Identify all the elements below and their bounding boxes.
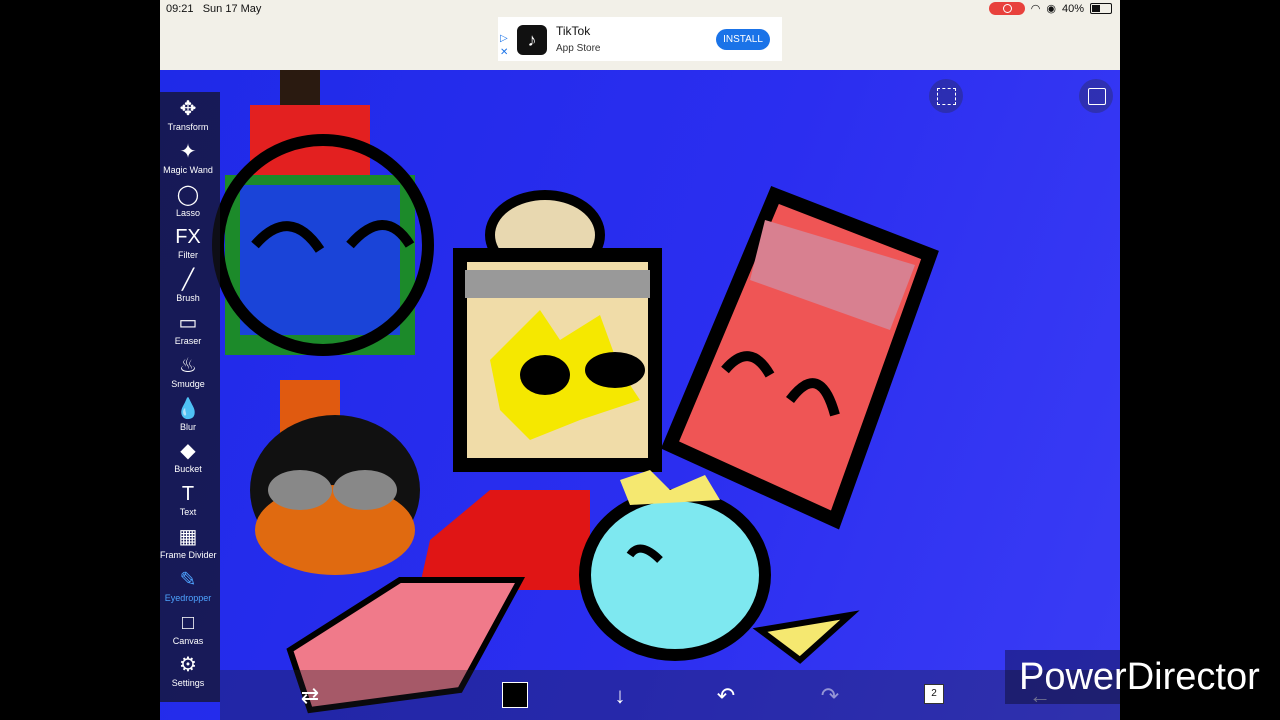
magic-wand-icon: ✦ [179, 140, 197, 163]
ad-title: TikTok [556, 24, 591, 38]
tiktok-logo-icon: ♪ [517, 25, 547, 55]
battery-icon [1090, 3, 1112, 14]
tool-text[interactable]: T Text [160, 481, 216, 523]
tool-eyedropper[interactable]: ✎ Eyedropper [160, 567, 216, 609]
location-icon: ◉ [1046, 3, 1056, 15]
wifi-icon: ◠ [1030, 3, 1041, 15]
tool-label: Smudge [171, 378, 205, 389]
status-right: ◠ ◉ 40% [988, 2, 1112, 15]
text-icon: T [181, 483, 195, 506]
bottom-toolbar: ⇄ ↓ ↶ ↷ 2 ← [220, 670, 1120, 720]
tool-filter[interactable]: FX Filter [160, 224, 216, 266]
redo-icon[interactable]: ↷ [816, 682, 844, 710]
canvas-icon: □ [181, 611, 195, 634]
ad-close-icon[interactable]: ✕ [500, 47, 508, 58]
install-button[interactable]: INSTALL [716, 29, 770, 50]
tool-label: Brush [176, 293, 200, 304]
tool-brush[interactable]: ╱ Brush [160, 267, 216, 309]
fx-icon: FX [175, 226, 201, 249]
tool-bucket[interactable]: ◆ Bucket [160, 438, 216, 480]
download-arrow-icon[interactable]: ↓ [606, 682, 634, 710]
battery-level [1092, 5, 1100, 12]
artwork [212, 70, 939, 714]
eyedropper-icon: ✎ [179, 568, 197, 591]
battery-percent: 40% [1061, 2, 1084, 15]
tool-eraser[interactable]: ▭ Eraser [160, 310, 216, 352]
tool-settings[interactable]: ⚙ Settings [160, 652, 216, 694]
bucket-icon: ◆ [180, 440, 196, 463]
status-bar: 09:21 Sun 17 May ◠ ◉ 40% [160, 0, 1120, 18]
tool-frame-divider[interactable]: ▦ Frame Divider [160, 524, 217, 566]
ad-banner[interactable]: ▷ ✕ ♪ TikTok App Store INSTALL [498, 17, 782, 61]
tool-label: Blur [179, 421, 196, 432]
lasso-icon: ◯ [176, 183, 200, 206]
frame-divider-icon: ▦ [178, 526, 198, 548]
tool-transform[interactable]: ✥ Transform [160, 96, 216, 138]
selection-button[interactable] [929, 79, 963, 113]
tool-label: Text [179, 507, 197, 518]
gallery-button[interactable] [1079, 79, 1113, 113]
drop-icon: 💧 [175, 397, 201, 420]
tool-label: Bucket [174, 464, 202, 475]
tool-label: Settings [171, 678, 205, 689]
move-arrows-icon: ✥ [179, 98, 197, 120]
drawing-canvas[interactable]: ✥ Transform ✦ Magic Wand ◯ Lasso FX Filter ╱ Brus… [160, 70, 1120, 720]
tool-label: Transform [167, 122, 209, 132]
smudge-icon: ♨ [179, 354, 197, 377]
tool-label: Magic Wand [163, 164, 213, 175]
tool-label: Eraser [174, 336, 202, 346]
color-swatch[interactable] [502, 682, 528, 708]
tool-label: Frame Divider [160, 550, 217, 560]
brush-icon: ╱ [181, 269, 195, 292]
device-screen: 09:21 Sun 17 May ◠ ◉ 40% ▷ ✕ ♪ TikTok Ap… [160, 0, 1120, 720]
tool-blur[interactable]: 💧 Blur [160, 396, 216, 438]
powerdirector-watermark: PowerDirector [1005, 650, 1280, 704]
tool-lasso[interactable]: ◯ Lasso [160, 182, 216, 224]
tool-canvas[interactable]: □ Canvas [160, 610, 216, 652]
ad-subtitle: App Store [556, 43, 601, 54]
undo-icon[interactable]: ↶ [712, 682, 740, 710]
tool-label: Filter [178, 250, 198, 261]
status-time: 09:21 Sun 17 May [166, 3, 262, 15]
gear-icon: ⚙ [179, 654, 197, 677]
layers-button[interactable]: 2 [924, 684, 944, 704]
tool-sidebar: ✥ Transform ✦ Magic Wand ◯ Lasso FX Filter ╱ Brus… [160, 92, 220, 702]
ad-choices-icon[interactable]: ▷ [500, 33, 508, 44]
tool-label: Lasso [175, 207, 201, 218]
brush-swap-icon[interactable]: ⇄ [296, 682, 324, 710]
eraser-icon: ▭ [178, 312, 198, 334]
tool-magic-wand[interactable]: ✦ Magic Wand [160, 139, 216, 181]
screen-record-icon [988, 2, 1025, 15]
tool-smudge[interactable]: ♨ Smudge [160, 353, 216, 395]
tool-label: Canvas [172, 635, 204, 646]
tool-label: Eyedropper [164, 592, 212, 603]
